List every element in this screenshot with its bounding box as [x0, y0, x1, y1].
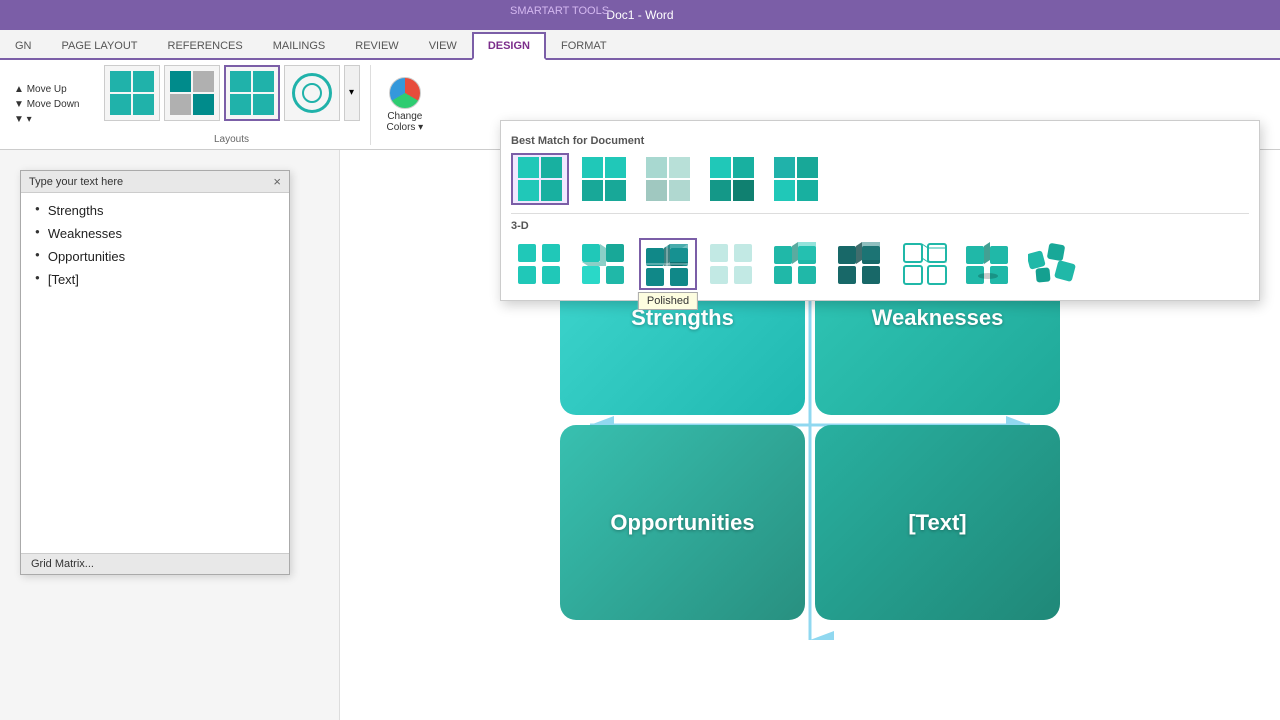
color-option-2[interactable]: [575, 153, 633, 205]
text-editor-panel: Type your text here × ● Strengths ● Weak…: [20, 170, 290, 575]
bullet-dot-3: ●: [35, 250, 40, 259]
tab-mailings[interactable]: MAILINGS: [258, 32, 341, 60]
move-up-button[interactable]: ▲ Move Up: [10, 83, 84, 96]
layout-thumb-1[interactable]: [104, 65, 160, 121]
doc-title: Doc1 - Word: [606, 8, 673, 22]
opportunities-label: Opportunities: [610, 510, 754, 536]
bullet-dot-4: ●: [35, 273, 40, 282]
move-buttons-group: ▲ Move Up ▼ Move Down ▼ ▾: [10, 83, 84, 126]
layouts-scroll-button[interactable]: ▾: [344, 65, 360, 121]
threed-option-7[interactable]: [895, 238, 953, 290]
threed-options: Polished: [511, 238, 1249, 290]
tab-sign[interactable]: GN: [0, 32, 47, 60]
best-match-options: [511, 153, 1249, 205]
color-option-3[interactable]: [639, 153, 697, 205]
dropdown-divider: [511, 213, 1249, 214]
bullet-dot-1: ●: [35, 204, 40, 213]
color-wheel-icon: [389, 77, 421, 109]
bullet-text-3: Opportunities: [48, 249, 125, 264]
text-editor-title: Type your text here: [29, 176, 123, 188]
layout-thumb-3[interactable]: [224, 65, 280, 121]
layouts-group: ▾ Layouts: [94, 65, 371, 145]
close-button[interactable]: ×: [273, 175, 281, 188]
change-colors-dropdown: Best Match for Document: [500, 120, 1260, 301]
layout-thumb-4[interactable]: [284, 65, 340, 121]
threed-option-8[interactable]: [959, 238, 1017, 290]
threed-option-4[interactable]: [703, 238, 761, 290]
tab-view[interactable]: VIEW: [414, 32, 472, 60]
layouts-label: Layouts: [214, 134, 249, 145]
color-option-1[interactable]: [511, 153, 569, 205]
threed-option-2[interactable]: [575, 238, 633, 290]
bullet-dot-2: ●: [35, 227, 40, 236]
threed-option-1[interactable]: [511, 238, 569, 290]
bullet-text-1: Strengths: [48, 203, 104, 218]
threed-label: 3-D: [511, 220, 1249, 232]
tab-page-layout[interactable]: PAGE LAYOUT: [47, 32, 153, 60]
color-option-5[interactable]: [767, 153, 825, 205]
tab-references[interactable]: REFERENCES: [153, 32, 258, 60]
bullet-item-3: ● Opportunities: [35, 249, 275, 264]
text-editor-header: Type your text here ×: [21, 171, 289, 193]
tab-review[interactable]: REVIEW: [340, 32, 413, 60]
color-option-4[interactable]: [703, 153, 761, 205]
bullet-item-2: ● Weaknesses: [35, 226, 275, 241]
change-colors-button[interactable]: ChangeColors ▾: [379, 73, 432, 137]
threed-option-6[interactable]: [831, 238, 889, 290]
bullet-text-4: [Text]: [48, 272, 79, 287]
left-panel: Type your text here × ● Strengths ● Weak…: [0, 150, 340, 720]
bullet-item-1: ● Strengths: [35, 203, 275, 218]
weaknesses-label: Weaknesses: [872, 305, 1004, 331]
opportunities-cell[interactable]: Opportunities: [560, 425, 805, 620]
polished-tooltip: Polished: [638, 292, 698, 310]
best-match-label: Best Match for Document: [511, 135, 1249, 147]
text-editor-footer: Grid Matrix...: [21, 553, 289, 574]
tab-design[interactable]: DESIGN: [472, 32, 546, 60]
threed-option-5[interactable]: [767, 238, 825, 290]
bullet-text-2: Weaknesses: [48, 226, 122, 241]
move-extra-button[interactable]: ▼ ▾: [10, 113, 84, 126]
tab-format[interactable]: FORMAT: [546, 32, 622, 60]
grid-matrix-label: Grid Matrix...: [31, 558, 94, 570]
smartart-tools-label: SMARTART TOOLS: [510, 5, 609, 17]
text-cell[interactable]: [Text]: [815, 425, 1060, 620]
threed-option-3[interactable]: Polished: [639, 238, 697, 290]
threed-option-9[interactable]: [1023, 238, 1081, 290]
move-down-button[interactable]: ▼ Move Down: [10, 98, 84, 111]
bullet-item-4: ● [Text]: [35, 272, 275, 287]
ribbon-tabs: GN PAGE LAYOUT REFERENCES MAILINGS REVIE…: [0, 30, 1280, 60]
layout-thumb-2[interactable]: [164, 65, 220, 121]
title-bar: SMARTART TOOLS Doc1 - Word: [0, 0, 1280, 30]
text-label: [Text]: [908, 510, 966, 536]
change-colors-label: ChangeColors ▾: [387, 111, 424, 133]
layout-thumbnails: ▾: [104, 65, 360, 121]
text-editor-body[interactable]: ● Strengths ● Weaknesses ● Opportunities…: [21, 193, 289, 553]
